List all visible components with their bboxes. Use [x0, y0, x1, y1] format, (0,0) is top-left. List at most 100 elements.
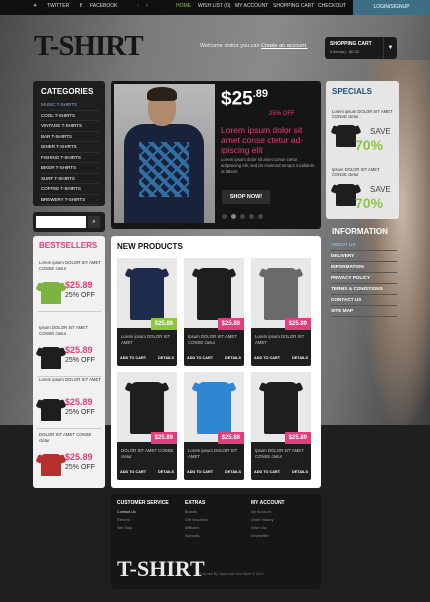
chevron-down-icon[interactable]: ▼	[383, 37, 397, 59]
category-item[interactable]: BIKER T-SHIRTS	[39, 163, 99, 174]
footer-link[interactable]: Newsletter	[251, 534, 285, 542]
footer-link[interactable]: Returns	[117, 518, 169, 526]
product-card[interactable]: $25.89 Lorem ipsum DOLOR SIT AMET ADD TO C…	[251, 258, 311, 366]
cart-title: SHOPPING CART	[330, 41, 372, 47]
cart-widget[interactable]: SHOPPING CART 0 item(s) - $0.00 ▼	[325, 37, 397, 59]
product-card[interactable]: $25.89 DOLOR SIT AMET CONSE ctetur ADD TO …	[117, 372, 177, 480]
product-card[interactable]: $25.89 Ipsum DOLOR SIT AMET CONSE ctetur A…	[251, 372, 311, 480]
footer-link[interactable]: Affiliates	[185, 526, 208, 534]
footer-link[interactable]: Order History	[251, 518, 285, 526]
category-item[interactable]: COFFEE T-SHIRTS	[39, 184, 99, 195]
bestseller-product-image[interactable]	[41, 347, 61, 369]
facebook-link[interactable]: FACEBOOK	[90, 3, 118, 9]
product-card[interactable]: $25.89 Ipsum DOLOR SIT AMET CONSE ctetur A…	[184, 258, 244, 366]
category-item[interactable]: MUSIC T-SHIRTS	[39, 100, 99, 111]
site-logo[interactable]: T-SHIRT	[34, 30, 144, 63]
details-button[interactable]: DETAILS	[158, 470, 174, 474]
footer-link[interactable]: Brands	[185, 510, 208, 518]
category-item[interactable]: DINER T-SHIRTS	[39, 142, 99, 153]
next-arrow-icon[interactable]: ›	[146, 3, 148, 9]
add-to-cart-button[interactable]: ADD TO CART	[187, 470, 213, 474]
product-card[interactable]: $25.89 Lorem ipsum DOLOR SIT AMET ADD TO C…	[184, 372, 244, 480]
bestseller-name[interactable]: Lorem ipsum DOLOR SIT AMET CONSE ctetur	[39, 260, 101, 271]
nav-my-account[interactable]: MY ACCOUNT	[235, 3, 268, 9]
category-item[interactable]: BAR T-SHIRTS	[39, 132, 99, 142]
category-item[interactable]: VINTAGE T-SHIRTS	[39, 121, 99, 132]
slider-dot[interactable]	[240, 214, 245, 219]
product-name[interactable]: Ipsum DOLOR SIT AMET CONSE ctetur	[188, 334, 242, 345]
special-name[interactable]: Lorem ipsum DOLOR SIT AMET CONSE ctetur	[332, 109, 394, 119]
category-item[interactable]: COOL T-SHIRTS	[39, 111, 99, 121]
prev-arrow-icon[interactable]: ‹	[137, 3, 139, 9]
hero-slider	[111, 81, 321, 229]
footer-link[interactable]: Wish List	[251, 526, 285, 534]
bestseller-product-image[interactable]	[41, 282, 61, 304]
category-item[interactable]: SURF T-SHIRTS	[39, 174, 99, 184]
product-name[interactable]: DOLOR SIT AMET CONSE ctetur	[121, 448, 175, 459]
information-link[interactable]: PRIVACY POLICY	[331, 273, 397, 284]
nav-checkout[interactable]: CHECKOUT	[318, 3, 346, 9]
specials-panel: SPECIALS Lorem ipsum DOLOR SIT AMET CONS…	[326, 81, 399, 219]
product-card[interactable]: $25.89 Lorem ipsum DOLOR SIT AMET ADD TO C…	[117, 258, 177, 366]
bestseller-discount: 25% OFF	[65, 357, 95, 364]
bestseller-product-image[interactable]	[41, 454, 61, 476]
product-name[interactable]: Ipsum DOLOR SIT AMET CONSE ctetur	[255, 448, 309, 459]
category-item[interactable]: BREWERY T-SHIRTS	[39, 195, 99, 205]
category-item[interactable]: FISHING T-SHIRTS	[39, 153, 99, 163]
special-product-image[interactable]	[336, 125, 356, 147]
nav-home[interactable]: HOME	[176, 3, 191, 9]
special-name[interactable]: Ipsum DOLOR SIT AMET CONSE ctetur	[332, 167, 394, 177]
add-to-cart-button[interactable]: ADD TO CART	[120, 470, 146, 474]
bestseller-name[interactable]: Lorem ipsum DOLOR SIT AMET	[39, 377, 101, 383]
details-button[interactable]: DETAILS	[292, 356, 308, 360]
details-button[interactable]: DETAILS	[292, 470, 308, 474]
nav-wish-list[interactable]: WISH LIST (0)	[198, 3, 230, 9]
details-button[interactable]: DETAILS	[225, 356, 241, 360]
login-signup-button[interactable]: LOGIN/SIGNUP	[353, 0, 430, 15]
create-account-link[interactable]: Create an account.	[261, 43, 307, 49]
information-link[interactable]: DELIVERY	[331, 251, 397, 262]
categories-title: CATEGORIES	[41, 87, 94, 96]
information-link[interactable]: INFORMATION	[331, 262, 397, 273]
add-to-cart-button[interactable]: ADD TO CART	[254, 356, 280, 360]
footer-link[interactable]: Specials	[185, 534, 208, 542]
information-link[interactable]: SITE MAP	[331, 306, 397, 317]
product-name[interactable]: Lorem ipsum DOLOR SIT AMET	[121, 334, 175, 345]
special-product-image[interactable]	[336, 184, 356, 206]
welcome-text: Welcome visitor you can Create an accoun…	[200, 43, 308, 49]
slider-dot[interactable]	[231, 214, 236, 219]
footer-link[interactable]: My Account	[251, 510, 285, 518]
information-link[interactable]: CONTACT US	[331, 295, 397, 306]
add-to-cart-button[interactable]: ADD TO CART	[187, 356, 213, 360]
twitter-icon[interactable]: ✦	[33, 3, 37, 9]
footer-link[interactable]: Site Map	[117, 526, 169, 534]
bestseller-price: $25.89	[65, 452, 93, 462]
slider-dot[interactable]	[258, 214, 263, 219]
slider-dot[interactable]	[222, 214, 227, 219]
footer-column-title: CUSTOMER SERVICE	[117, 500, 169, 506]
search-input[interactable]	[36, 216, 86, 228]
twitter-link[interactable]: TWITTER	[47, 3, 69, 9]
footer-link[interactable]: Gift Vouchers	[185, 518, 208, 526]
bestseller-name[interactable]: DOLOR SIT AMET CONSE ctetur	[39, 432, 101, 443]
slider-dot[interactable]	[249, 214, 254, 219]
information-link[interactable]: TERMS & CONDITIONS	[331, 284, 397, 295]
add-to-cart-button[interactable]: ADD TO CART	[120, 356, 146, 360]
footer-link[interactable]: Contact Us	[117, 510, 169, 518]
categories-list: MUSIC T-SHIRTS COOL T-SHIRTS VINTAGE T-SHI…	[39, 100, 99, 205]
bestseller-name[interactable]: Ipsum DOLOR SIT AMET CONSE ctetur	[39, 325, 101, 336]
details-button[interactable]: DETAILS	[158, 356, 174, 360]
add-to-cart-button[interactable]: ADD TO CART	[254, 470, 280, 474]
details-button[interactable]: DETAILS	[225, 470, 241, 474]
nav-shopping-cart[interactable]: SHOPPING CART	[273, 3, 314, 9]
product-name[interactable]: Lorem ipsum DOLOR SIT AMET	[188, 448, 242, 459]
facebook-icon[interactable]: f	[80, 3, 82, 9]
product-shirt	[264, 268, 298, 320]
cart-summary: 0 item(s) - $0.00	[330, 49, 360, 54]
slide-price-main: $25	[221, 88, 253, 110]
information-link[interactable]: ABOUT US	[331, 240, 397, 251]
bestseller-product-image[interactable]	[41, 399, 61, 421]
search-icon[interactable]: ⌕	[88, 216, 100, 228]
product-name[interactable]: Lorem ipsum DOLOR SIT AMET	[255, 334, 309, 345]
shop-now-button[interactable]: SHOP NOW!	[222, 190, 270, 204]
